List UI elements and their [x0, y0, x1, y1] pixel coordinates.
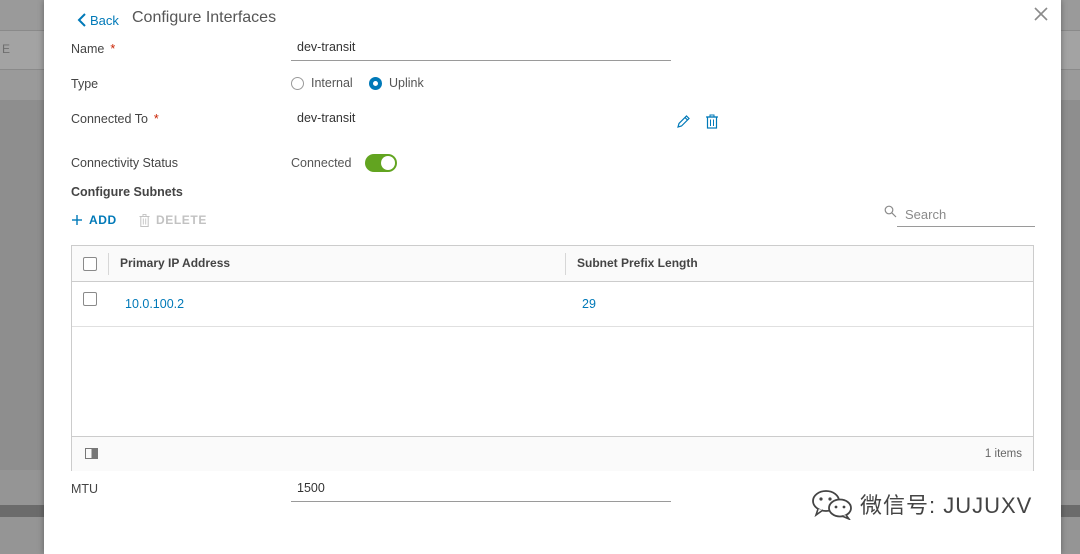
- cell-primary-ip[interactable]: 10.0.100.2: [125, 297, 184, 311]
- column-toggle-icon[interactable]: [85, 448, 98, 459]
- chevron-left-icon: [77, 13, 86, 27]
- trash-disabled-icon: [139, 213, 150, 227]
- type-label: Type: [71, 77, 99, 91]
- back-button[interactable]: Back: [76, 10, 119, 30]
- cell-prefix-length[interactable]: 29: [582, 297, 596, 311]
- delete-button[interactable]: DELETE: [139, 213, 207, 227]
- column-header-prefix-length[interactable]: Subnet Prefix Length: [577, 256, 698, 270]
- back-label: Back: [90, 12, 119, 28]
- name-required-mark: *: [110, 42, 116, 56]
- radio-uplink-circle: [369, 76, 382, 90]
- radio-internal-circle: [291, 76, 304, 90]
- toggle-knob: [381, 156, 395, 170]
- wechat-icon: [812, 490, 852, 520]
- connected-to-label-text: Connected To: [71, 112, 148, 126]
- connected-to-required-mark: *: [153, 112, 159, 126]
- dialog-title: Configure Interfaces: [132, 9, 277, 26]
- configure-interfaces-dialog: Back Configure Interfaces Name * Type Int…: [44, 0, 1061, 554]
- plus-icon: [72, 215, 82, 225]
- item-count: 1 items: [984, 448, 1022, 460]
- watermark-text: 微信号: JUJUXV: [860, 493, 1033, 518]
- column-separator: [108, 253, 109, 275]
- radio-internal-label: Internal: [311, 76, 353, 90]
- connected-to-label: Connected To *: [71, 112, 159, 126]
- name-field[interactable]: [291, 40, 671, 61]
- column-separator: [565, 253, 566, 275]
- select-all-checkbox[interactable]: [83, 257, 97, 271]
- datagrid-footer: 1 items: [72, 436, 1033, 471]
- column-header-primary-ip[interactable]: Primary IP Address: [120, 256, 230, 270]
- table-row: 10.0.100.2 29: [72, 281, 1033, 327]
- row-checkbox[interactable]: [83, 292, 97, 306]
- search-box[interactable]: [884, 202, 1035, 227]
- search-input[interactable]: [903, 206, 1031, 223]
- search-icon: [884, 205, 897, 218]
- name-label: Name *: [71, 42, 115, 56]
- close-icon[interactable]: [1032, 5, 1050, 23]
- name-label-text: Name: [71, 42, 105, 56]
- configure-subnets-heading: Configure Subnets: [71, 185, 183, 199]
- datagrid-header: Primary IP Address Subnet Prefix Length: [72, 246, 1033, 282]
- connectivity-toggle[interactable]: [365, 154, 397, 172]
- wechat-watermark: 微信号: JUJUXV: [810, 488, 1032, 520]
- connectivity-status-value: Connected: [291, 156, 352, 170]
- connectivity-status-label: Connectivity Status: [71, 156, 178, 170]
- type-radio-uplink[interactable]: Uplink: [369, 76, 424, 90]
- mtu-label: MTU: [71, 482, 99, 496]
- edit-pencil-icon[interactable]: [676, 114, 691, 129]
- radio-uplink-label: Uplink: [389, 76, 424, 90]
- connected-to-value: dev-transit: [297, 111, 356, 125]
- subnets-datagrid: Primary IP Address Subnet Prefix Length …: [71, 245, 1034, 471]
- add-button[interactable]: ADD: [71, 213, 117, 227]
- delete-label: DELETE: [156, 213, 207, 227]
- trash-icon[interactable]: [705, 114, 719, 129]
- type-radio-internal[interactable]: Internal: [291, 76, 353, 90]
- background-tab-fragment: E: [2, 42, 11, 56]
- mtu-field[interactable]: [291, 481, 671, 502]
- add-label: ADD: [89, 213, 117, 227]
